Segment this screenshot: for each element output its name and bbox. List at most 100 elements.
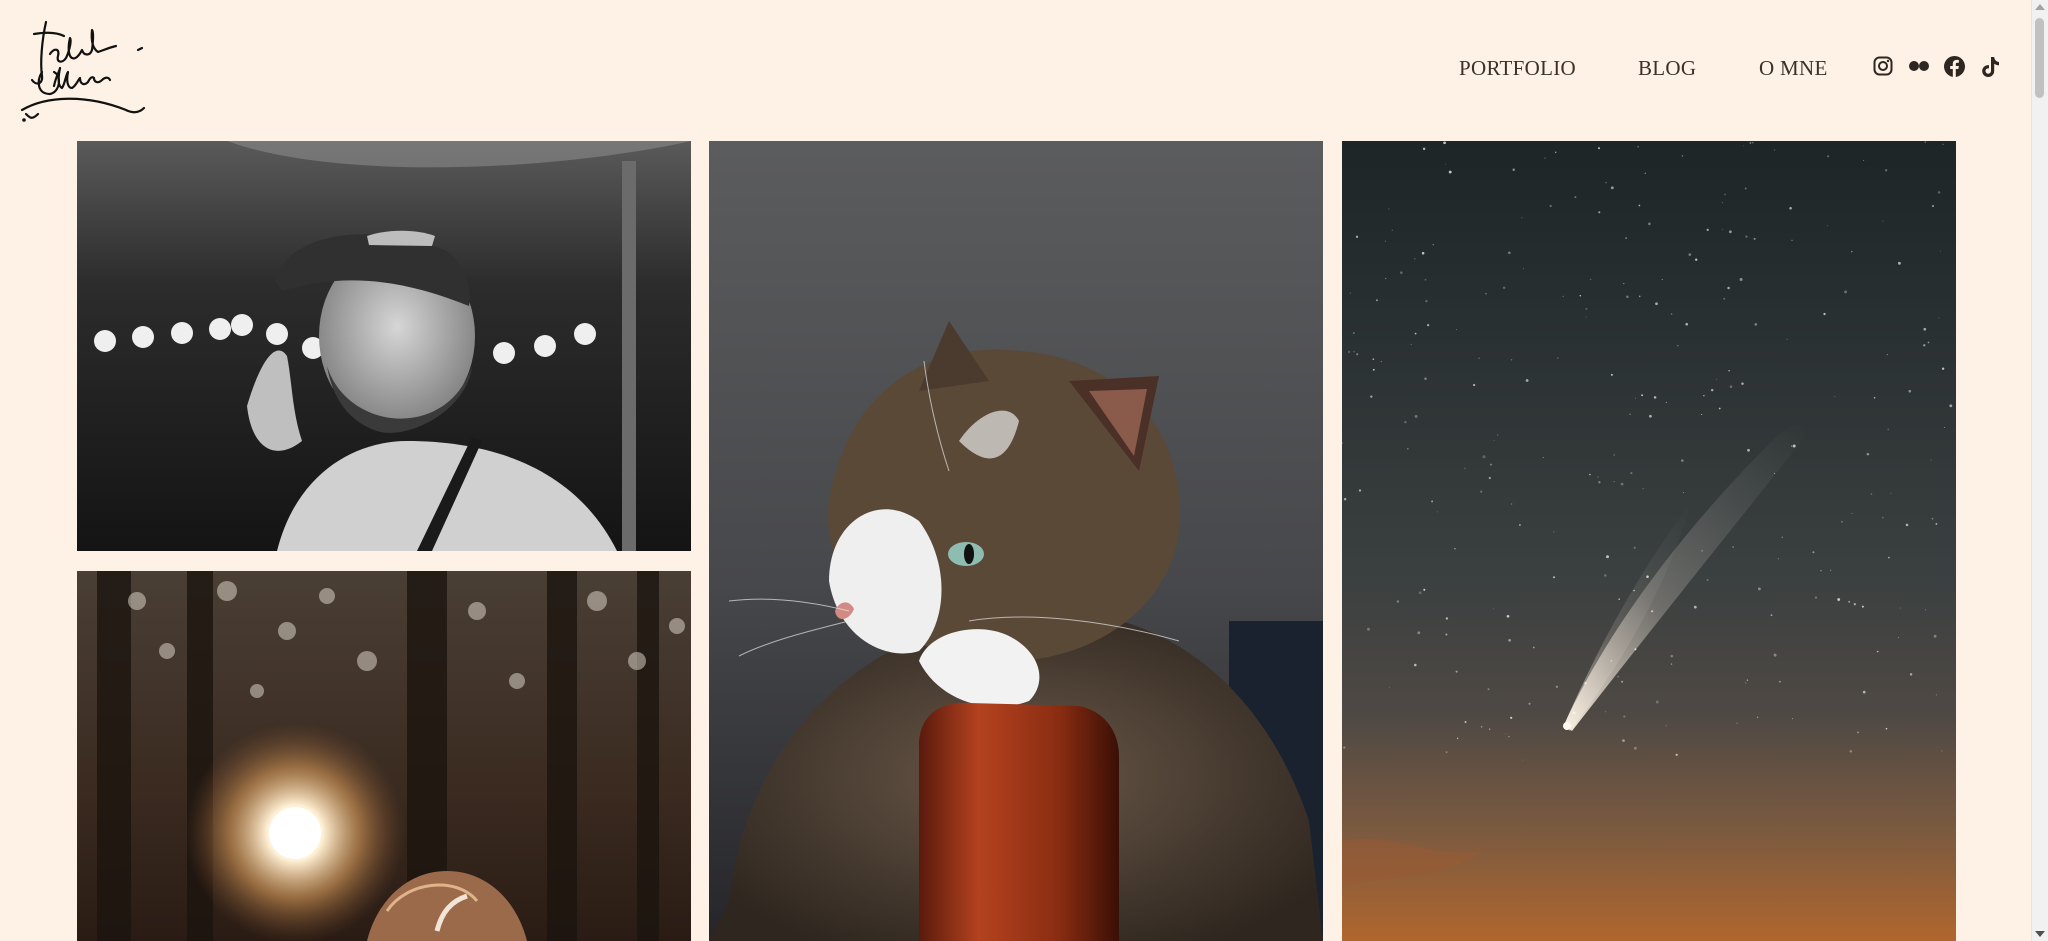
star	[1812, 551, 1815, 554]
star	[1923, 344, 1926, 347]
star	[1706, 228, 1709, 232]
star	[1665, 725, 1667, 727]
star	[1589, 473, 1591, 476]
star	[1841, 520, 1844, 523]
star	[1923, 327, 1927, 331]
star	[1480, 726, 1483, 728]
scroll-thumb[interactable]	[2035, 18, 2044, 98]
star	[1942, 143, 1944, 145]
star	[1555, 151, 1557, 153]
star	[1528, 702, 1531, 705]
star	[1887, 428, 1889, 431]
star	[1489, 728, 1491, 730]
star	[1380, 360, 1383, 363]
nav-item-blog[interactable]: BLOG	[1638, 56, 1696, 81]
star	[1716, 378, 1718, 380]
star	[1502, 286, 1506, 290]
star	[1488, 476, 1491, 480]
star	[1745, 682, 1747, 684]
star	[1644, 172, 1647, 175]
star	[1544, 157, 1546, 159]
star	[1757, 587, 1761, 591]
photo-portrait-man[interactable]	[77, 141, 691, 551]
star	[1792, 444, 1796, 448]
star	[1779, 680, 1781, 683]
star	[1638, 204, 1641, 207]
star	[1436, 511, 1438, 513]
star	[1724, 193, 1726, 196]
star	[1421, 251, 1425, 255]
star	[1621, 680, 1624, 683]
site-logo[interactable]	[16, 14, 146, 126]
star	[1353, 351, 1355, 353]
star	[1511, 503, 1513, 505]
star	[1849, 750, 1853, 753]
star	[1857, 731, 1859, 734]
star	[1834, 396, 1836, 397]
star	[1732, 546, 1734, 548]
star	[1574, 196, 1577, 199]
star	[1422, 147, 1426, 151]
star	[1605, 711, 1607, 713]
star	[1747, 448, 1750, 452]
star	[1584, 681, 1587, 685]
star	[1522, 759, 1524, 761]
scroll-down-arrow-icon[interactable]	[2035, 931, 2045, 937]
star	[1562, 295, 1564, 298]
star	[1417, 631, 1421, 635]
star	[1425, 299, 1428, 303]
star	[1757, 716, 1759, 718]
star	[1752, 142, 1754, 144]
star	[1445, 751, 1448, 753]
star	[1935, 694, 1938, 696]
flickr-link[interactable]	[1908, 56, 1930, 76]
star	[1343, 746, 1346, 749]
star	[1618, 598, 1620, 600]
star	[1414, 332, 1417, 335]
star	[1525, 379, 1529, 382]
star	[1391, 229, 1393, 231]
facebook-link[interactable]	[1944, 56, 1965, 77]
photo-cat[interactable]	[709, 141, 1323, 941]
star	[1510, 716, 1513, 719]
star	[1455, 329, 1457, 330]
star	[1482, 455, 1486, 459]
star	[1347, 350, 1351, 354]
star	[1579, 295, 1582, 297]
star	[1597, 147, 1601, 150]
star	[1613, 481, 1615, 483]
star	[1372, 368, 1375, 371]
star	[1572, 711, 1576, 715]
star	[1653, 396, 1657, 399]
photo-forest-sun[interactable]	[77, 571, 691, 941]
scroll-up-arrow-icon[interactable]	[2035, 4, 2045, 10]
star	[1886, 353, 1889, 356]
photo-comet[interactable]	[1342, 141, 1956, 941]
star	[1688, 253, 1692, 256]
tiktok-link[interactable]	[1980, 56, 2000, 78]
star	[1862, 690, 1866, 694]
star	[1510, 358, 1513, 361]
star	[1743, 145, 1745, 147]
star	[1372, 358, 1375, 360]
star	[1356, 353, 1359, 356]
instagram-link[interactable]	[1873, 56, 1893, 76]
star	[1870, 493, 1873, 495]
star	[1649, 414, 1652, 418]
nav-item-portfolio[interactable]: PORTFOLIO	[1459, 56, 1576, 81]
star	[1485, 292, 1487, 295]
star	[1384, 240, 1386, 242]
star	[1693, 605, 1697, 609]
star	[1610, 373, 1613, 376]
nav-item-o-mne[interactable]: O MNE	[1759, 56, 1828, 81]
tiktok-icon	[1982, 57, 1999, 77]
star	[1532, 646, 1535, 649]
star	[1777, 558, 1779, 560]
star	[1385, 277, 1387, 280]
star	[1685, 322, 1688, 326]
star	[1706, 578, 1709, 582]
page-scrollbar[interactable]	[2031, 0, 2048, 941]
photo-forest-image	[77, 571, 691, 941]
star	[1792, 718, 1793, 720]
star	[1888, 556, 1890, 559]
